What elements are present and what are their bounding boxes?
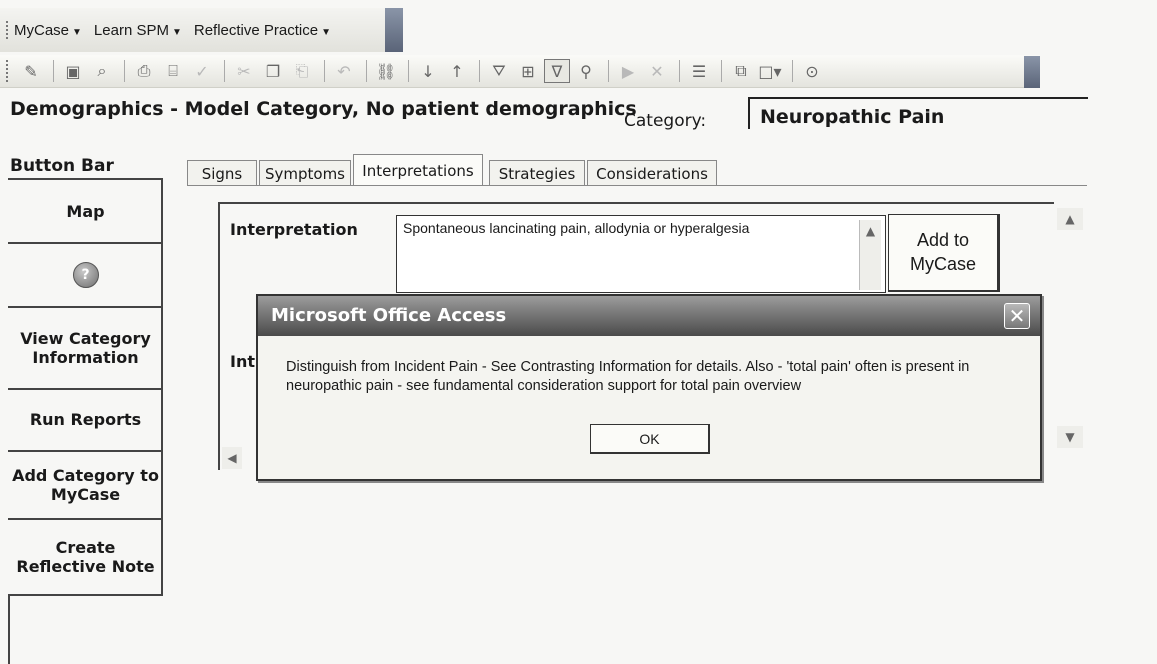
create-reflective-note-label: Create Reflective Note xyxy=(16,537,155,576)
help-icon: ? xyxy=(72,262,99,288)
toolbar-separator xyxy=(479,60,480,82)
print-icon[interactable]: ⎙ xyxy=(131,59,157,83)
view-category-information-button[interactable]: View Category Information xyxy=(8,306,163,388)
toolbar-separator xyxy=(324,60,325,82)
menu-learn-spm-label: Learn SPM xyxy=(93,21,169,39)
map-button[interactable]: Map xyxy=(8,178,163,242)
interpretation-textbox[interactable]: Spontaneous lancinating pain, allodynia … xyxy=(396,215,886,293)
tab-signs-label: Signs xyxy=(201,164,243,183)
interpretation-textbox-scrollbar[interactable]: ▲ xyxy=(859,220,881,290)
chevron-down-icon: ▼ xyxy=(171,26,182,38)
toggle-filter-icon[interactable]: ∇ xyxy=(544,59,570,83)
menu-bar: MyCase ▼ Learn SPM ▼ Reflective Practice ▼ xyxy=(0,8,402,52)
scroll-left-icon[interactable]: ◀ xyxy=(222,447,242,469)
button-bar: Map ? View Category Information Run Repo… xyxy=(8,178,163,596)
subform-vertical-scrollbar[interactable]: ▲ ▼ xyxy=(1055,204,1085,470)
toolbar-separator xyxy=(679,60,680,82)
help-button[interactable]: ? xyxy=(8,242,163,306)
find-icon[interactable]: ⚲ xyxy=(573,59,599,83)
menubar-grip[interactable] xyxy=(6,21,10,39)
toolbar-separator xyxy=(366,60,367,82)
sort-ascending-icon[interactable]: ↓ xyxy=(415,59,441,83)
menu-mycase-label: MyCase xyxy=(14,21,70,39)
chevron-down-icon: ▼ xyxy=(72,26,82,38)
database-window-icon[interactable]: ⧉ xyxy=(728,59,754,83)
message-dialog: Microsoft Office Access ✕ Distinguish fr… xyxy=(256,294,1042,481)
map-button-label: Map xyxy=(66,202,105,221)
tab-interpretations-label: Interpretations xyxy=(362,161,474,180)
toolbar-separator xyxy=(124,60,125,82)
left-panel-edge xyxy=(8,596,10,664)
menu-reflective-practice[interactable]: Reflective Practice ▼ xyxy=(194,22,331,39)
undo-icon[interactable]: ↶ xyxy=(331,59,357,83)
interpretation-label: Interpretation xyxy=(230,220,358,239)
filter-by-selection-icon[interactable]: ⛛ xyxy=(486,59,512,83)
toolbar-separator xyxy=(53,60,54,82)
ok-button[interactable]: OK xyxy=(590,424,710,454)
design-view-icon[interactable]: ✎ xyxy=(18,59,44,83)
toolbar-separator xyxy=(792,60,793,82)
toolbar-separator xyxy=(721,60,722,82)
scroll-down-icon[interactable]: ▼ xyxy=(1057,426,1083,448)
toolbar-separator xyxy=(224,60,225,82)
toolbar: ✎ ▣ ⌕ ⎙ ⌸ ✓ ✂ ❐ ⎗ ↶ ⛓ ↓ ↑ ⛛ ⊞ ∇ ⚲ ▶ ✕ ☰ … xyxy=(0,55,1040,88)
chevron-down-icon: ▼ xyxy=(321,26,331,38)
tab-symptoms[interactable]: Symptoms xyxy=(259,160,351,186)
scroll-up-icon[interactable]: ▲ xyxy=(1057,208,1083,230)
sort-descending-icon[interactable]: ↑ xyxy=(444,59,470,83)
toolbar-grip[interactable] xyxy=(6,60,10,82)
add-to-mycase-button[interactable]: Add to MyCase xyxy=(888,214,1000,292)
tab-considerations-label: Considerations xyxy=(596,164,708,183)
new-record-icon[interactable]: ▶ xyxy=(615,59,641,83)
properties-icon[interactable]: ☰ xyxy=(686,59,712,83)
tab-signs[interactable]: Signs xyxy=(187,160,257,186)
chevron-up-icon[interactable]: ▲ xyxy=(860,220,881,242)
cut-icon[interactable]: ✂ xyxy=(231,59,257,83)
menu-learn-spm[interactable]: Learn SPM ▼ xyxy=(94,22,182,39)
paste-icon[interactable]: ⎗ xyxy=(289,59,315,83)
search-icon[interactable]: ⌕ xyxy=(89,59,115,83)
tab-body-border xyxy=(187,185,1087,186)
filter-by-form-icon[interactable]: ⊞ xyxy=(515,59,541,83)
add-category-to-mycase-label: Add Category to MyCase xyxy=(12,465,159,504)
print-preview-icon[interactable]: ⌸ xyxy=(160,59,186,83)
button-bar-title: Button Bar xyxy=(10,156,114,176)
delete-record-icon[interactable]: ✕ xyxy=(644,59,670,83)
insert-hyperlink-icon[interactable]: ⛓ xyxy=(373,59,399,83)
save-icon[interactable]: ▣ xyxy=(60,59,86,83)
tab-symptoms-label: Symptoms xyxy=(264,164,346,183)
close-icon[interactable]: ✕ xyxy=(1004,303,1030,329)
create-reflective-note-button[interactable]: Create Reflective Note xyxy=(8,518,163,596)
tab-interpretations[interactable]: Interpretations xyxy=(353,154,483,186)
menu-mycase[interactable]: MyCase ▼ xyxy=(14,22,82,39)
menubar-options-handle[interactable] xyxy=(385,8,403,52)
run-reports-label: Run Reports xyxy=(29,410,142,430)
interpretation-label-second-row: Int xyxy=(230,352,255,371)
new-object-icon[interactable]: □▾ xyxy=(757,59,783,83)
run-reports-button[interactable]: Run Reports xyxy=(8,388,163,450)
tab-strategies-label: Strategies xyxy=(498,164,576,183)
toolbar-options-handle[interactable] xyxy=(1024,56,1040,88)
toolbar-separator xyxy=(408,60,409,82)
dialog-title: Microsoft Office Access xyxy=(258,296,1040,336)
page-title: Demographics - Model Category, No patien… xyxy=(10,98,637,120)
toolbar-separator xyxy=(608,60,609,82)
copy-icon[interactable]: ❐ xyxy=(260,59,286,83)
spelling-icon[interactable]: ✓ xyxy=(189,59,215,83)
menu-reflective-practice-label: Reflective Practice xyxy=(193,21,319,39)
tab-considerations[interactable]: Considerations xyxy=(587,160,717,186)
view-category-information-label: View Category Information xyxy=(20,328,151,367)
category-field[interactable]: Neuropathic Pain xyxy=(748,97,1088,129)
tab-strategies[interactable]: Strategies xyxy=(489,160,585,186)
help-icon[interactable]: ⊙ xyxy=(799,59,825,83)
dialog-message: Distinguish from Incident Pain - See Con… xyxy=(286,359,970,394)
add-category-to-mycase-button[interactable]: Add Category to MyCase xyxy=(8,450,163,518)
category-label: Category: xyxy=(624,111,707,131)
